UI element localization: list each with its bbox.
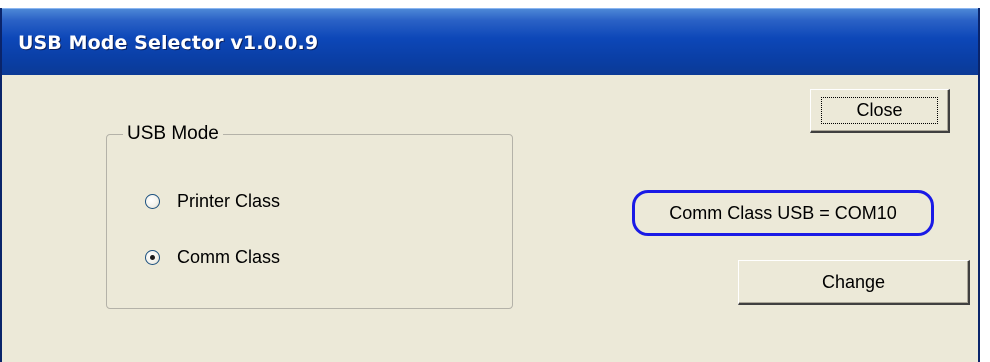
- dialog-client-area: USB Mode Printer Class Comm Class Close …: [2, 75, 978, 362]
- groupbox-label: USB Mode: [123, 121, 223, 147]
- close-button-label: Close: [821, 97, 938, 124]
- close-button[interactable]: Close: [810, 89, 950, 133]
- window-title: USB Mode Selector v1.0.0.9: [18, 32, 319, 54]
- printer-class-radio[interactable]: [145, 193, 160, 209]
- usb-mode-groupbox: USB Mode Printer Class Comm Class: [106, 121, 513, 309]
- change-button[interactable]: Change: [738, 260, 970, 305]
- comm-class-label[interactable]: Comm Class: [177, 245, 280, 269]
- radio-option-printer-class[interactable]: Printer Class: [145, 189, 280, 213]
- change-button-label: Change: [821, 271, 886, 292]
- comm-class-radio[interactable]: [145, 249, 160, 265]
- status-highlight: Comm Class USB = COM10: [632, 190, 934, 236]
- dialog-window: USB Mode Selector v1.0.0.9 USB Mode Prin…: [0, 8, 980, 362]
- radio-option-comm-class[interactable]: Comm Class: [145, 245, 280, 269]
- printer-class-label[interactable]: Printer Class: [177, 189, 280, 213]
- title-bar[interactable]: USB Mode Selector v1.0.0.9: [2, 8, 978, 75]
- usb-status-text: Comm Class USB = COM10: [669, 202, 897, 223]
- page-background-strip: [0, 0, 990, 8]
